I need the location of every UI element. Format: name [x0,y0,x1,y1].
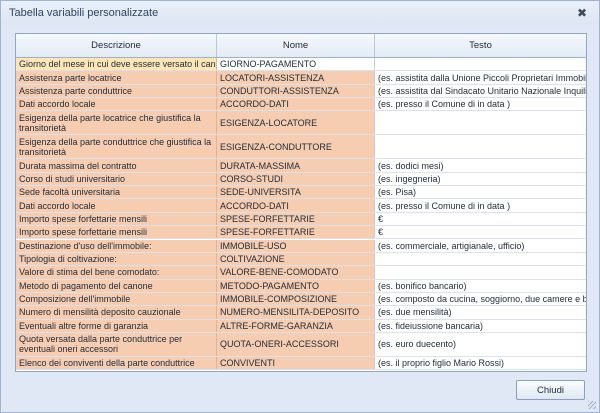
cell-testo[interactable]: € [375,226,586,239]
cell-nome[interactable]: ESIGENZA-LOCATORE [217,111,375,135]
cell-descrizione[interactable]: Destinazione d'uso dell'immobile: [16,239,217,252]
resize-grip-icon[interactable] [588,401,596,409]
cell-nome[interactable]: CONDUTTORI-ASSISTENZA [217,84,375,98]
column-header-testo[interactable]: Testo [375,34,586,57]
cell-nome[interactable]: IMMOBILE-COMPOSIZIONE [217,292,375,306]
cell-nome[interactable]: GIORNO-PAGAMENTO [217,58,375,71]
title-bar: Tabella variabili personalizzate ✖ [1,1,599,25]
cell-descrizione[interactable]: Elenco dei conviventi della parte condut… [16,356,217,370]
dialog-window: Tabella variabili personalizzate ✖ Descr… [0,0,600,413]
cell-descrizione[interactable]: Numero di mensilità deposito cauzionale [16,306,217,319]
table-row[interactable]: Numero di mensilità deposito cauzionale N… [16,306,586,320]
cell-nome[interactable]: IMMOBILE-USO [217,239,375,252]
table-row[interactable]: Dati accordo locale ACCORDO-DATI (es. pres… [16,98,586,112]
cell-testo[interactable] [375,111,586,135]
cell-nome[interactable]: CORSO-STUDI [217,172,375,186]
table-row[interactable]: Durata massima del contratto DURATA-MASSI… [16,159,586,173]
table-row[interactable]: Dati accordo locale ACCORDO-DATI (es. pres… [16,199,586,213]
table-row[interactable]: Importo spese forfettarie mensili SPESE-F… [16,212,586,227]
cell-nome[interactable]: SEDE-UNIVERSITA [217,186,375,199]
cell-testo[interactable]: (es. commerciale, artigianale, ufficio) [375,239,586,252]
window-title: Tabella variabili personalizzate [9,7,159,19]
cell-descrizione[interactable]: Corso di studi universitario [16,172,217,186]
cell-descrizione[interactable]: Tipologia di coltivazione: [16,252,217,266]
cell-testo[interactable]: (es. presso il Comune di in data ) [375,199,586,212]
table-row[interactable]: Giorno del mese in cui deve essere versa… [16,58,586,72]
close-icon[interactable]: ✖ [575,6,589,20]
cell-descrizione[interactable]: Durata massima del contratto [16,159,217,172]
cell-descrizione[interactable]: Dati accordo locale [16,98,217,111]
cell-nome[interactable]: DURATA-MASSIMA [217,159,375,172]
cell-testo[interactable] [375,135,586,159]
cell-testo[interactable]: (es. ingegneria) [375,172,586,186]
cell-nome[interactable]: ACCORDO-DATI [217,199,375,212]
cell-testo[interactable]: (es. bonifico bancario) [375,279,586,292]
cell-descrizione[interactable]: Metodo di pagamento del canone [16,279,217,292]
cell-testo[interactable]: (es. assistita dal Sindacato Unitario Na… [375,84,586,98]
table-row[interactable]: Importo spese forfettarie mensili SPESE-F… [16,226,586,240]
cell-descrizione[interactable]: Importo spese forfettarie mensili [16,226,217,239]
table-row[interactable]: Eventuali altre forme di garanzia ALTRE-F… [16,319,586,333]
cell-descrizione[interactable]: Esigenza della parte locatrice che giust… [16,111,217,135]
cell-nome[interactable]: VALORE-BENE-COMODATO [217,266,375,279]
table-row[interactable]: Assistenza parte locatrice LOCATORI-ASSIS… [16,71,586,85]
cell-descrizione[interactable]: Assistenza parte conduttrice [16,84,217,98]
cell-testo[interactable]: (es. fideiussione bancaria) [375,319,586,332]
table-row[interactable]: Tipologia di coltivazione: COLTIVAZIONE [16,252,586,267]
table-row[interactable]: Elenco dei conviventi della parte condut… [16,356,586,371]
cell-testo[interactable]: (es. assistita dalla Unione Piccoli Prop… [375,71,586,84]
cell-descrizione[interactable]: Composizione dell'immobile [16,292,217,306]
table-row[interactable]: Sede facoltà universitaria SEDE-UNIVERSIT… [16,186,586,200]
cell-descrizione[interactable]: Esigenza della parte conduttrice che giu… [16,135,217,159]
column-header-nome[interactable]: Nome [217,34,375,57]
cell-nome[interactable]: ALTRE-FORME-GARANZIA [217,319,375,332]
cell-testo[interactable] [375,266,586,279]
table-row[interactable]: Metodo di pagamento del canone METODO-PAG… [16,279,586,293]
table-row[interactable]: Valore di stima del bene comodato: VALORE… [16,266,586,280]
cell-testo[interactable]: (es. composto da cucina, soggiorno, due … [375,292,586,306]
variables-table: Descrizione Nome Testo Giorno del mese i… [15,33,587,372]
cell-descrizione[interactable]: Quota versata dalla parte conduttrice pe… [16,332,217,356]
cell-nome[interactable]: CONVIVENTI [217,356,375,370]
cell-testo[interactable]: (es. Pisa) [375,186,586,199]
cell-nome[interactable]: ESIGENZA-CONDUTTORE [217,135,375,159]
cell-testo[interactable]: (es. euro duecento) [375,332,586,356]
cell-testo[interactable]: € [375,212,586,226]
cell-nome[interactable]: SPESE-FORFETTARIE [217,212,375,226]
cell-nome[interactable]: LOCATORI-ASSISTENZA [217,71,375,84]
cell-descrizione[interactable]: Valore di stima del bene comodato: [16,266,217,279]
table-row[interactable]: Composizione dell'immobile IMMOBILE-COMPO… [16,292,586,307]
cell-testo[interactable] [375,58,586,71]
chiudi-button[interactable]: Chiudi [516,380,585,400]
cell-nome[interactable]: NUMERO-MENSILITA-DEPOSITO [217,306,375,319]
cell-descrizione[interactable]: Sede facoltà universitaria [16,186,217,199]
cell-testo[interactable]: (es. presso il Comune di in data ) [375,98,586,111]
cell-descrizione[interactable]: Assistenza parte locatrice [16,71,217,84]
table-row[interactable]: Assistenza parte conduttrice CONDUTTORI-A… [16,84,586,99]
table-header: Descrizione Nome Testo [16,34,586,58]
cell-nome[interactable]: COLTIVAZIONE [217,252,375,266]
cell-nome[interactable]: SPESE-FORFETTARIE [217,226,375,239]
cell-testo[interactable]: (es. dodici mesi) [375,159,586,172]
table-row[interactable]: Destinazione d'uso dell'immobile: IMMOBIL… [16,239,586,253]
cell-nome[interactable]: METODO-PAGAMENTO [217,279,375,292]
cell-descrizione[interactable]: Giorno del mese in cui deve essere versa… [16,58,217,71]
table-row[interactable]: Esigenza della parte conduttrice che giu… [16,135,586,160]
cell-nome[interactable]: QUOTA-ONERI-ACCESSORI [217,332,375,356]
cell-testo[interactable]: (es. due mensilità) [375,306,586,319]
table-row[interactable]: Quota versata dalla parte conduttrice pe… [16,332,586,357]
cell-testo[interactable]: (es. il proprio figlio Mario Rossi) [375,356,586,370]
table-row[interactable]: Esigenza della parte locatrice che giust… [16,111,586,136]
cell-nome[interactable]: ACCORDO-DATI [217,98,375,111]
column-header-descrizione[interactable]: Descrizione [16,34,217,57]
cell-descrizione[interactable]: Dati accordo locale [16,199,217,212]
cell-descrizione[interactable]: Importo spese forfettarie mensili [16,212,217,226]
cell-testo[interactable] [375,252,586,266]
cell-descrizione[interactable]: Eventuali altre forme di garanzia [16,319,217,332]
table-row[interactable]: Corso di studi universitario CORSO-STUDI(… [16,172,586,187]
